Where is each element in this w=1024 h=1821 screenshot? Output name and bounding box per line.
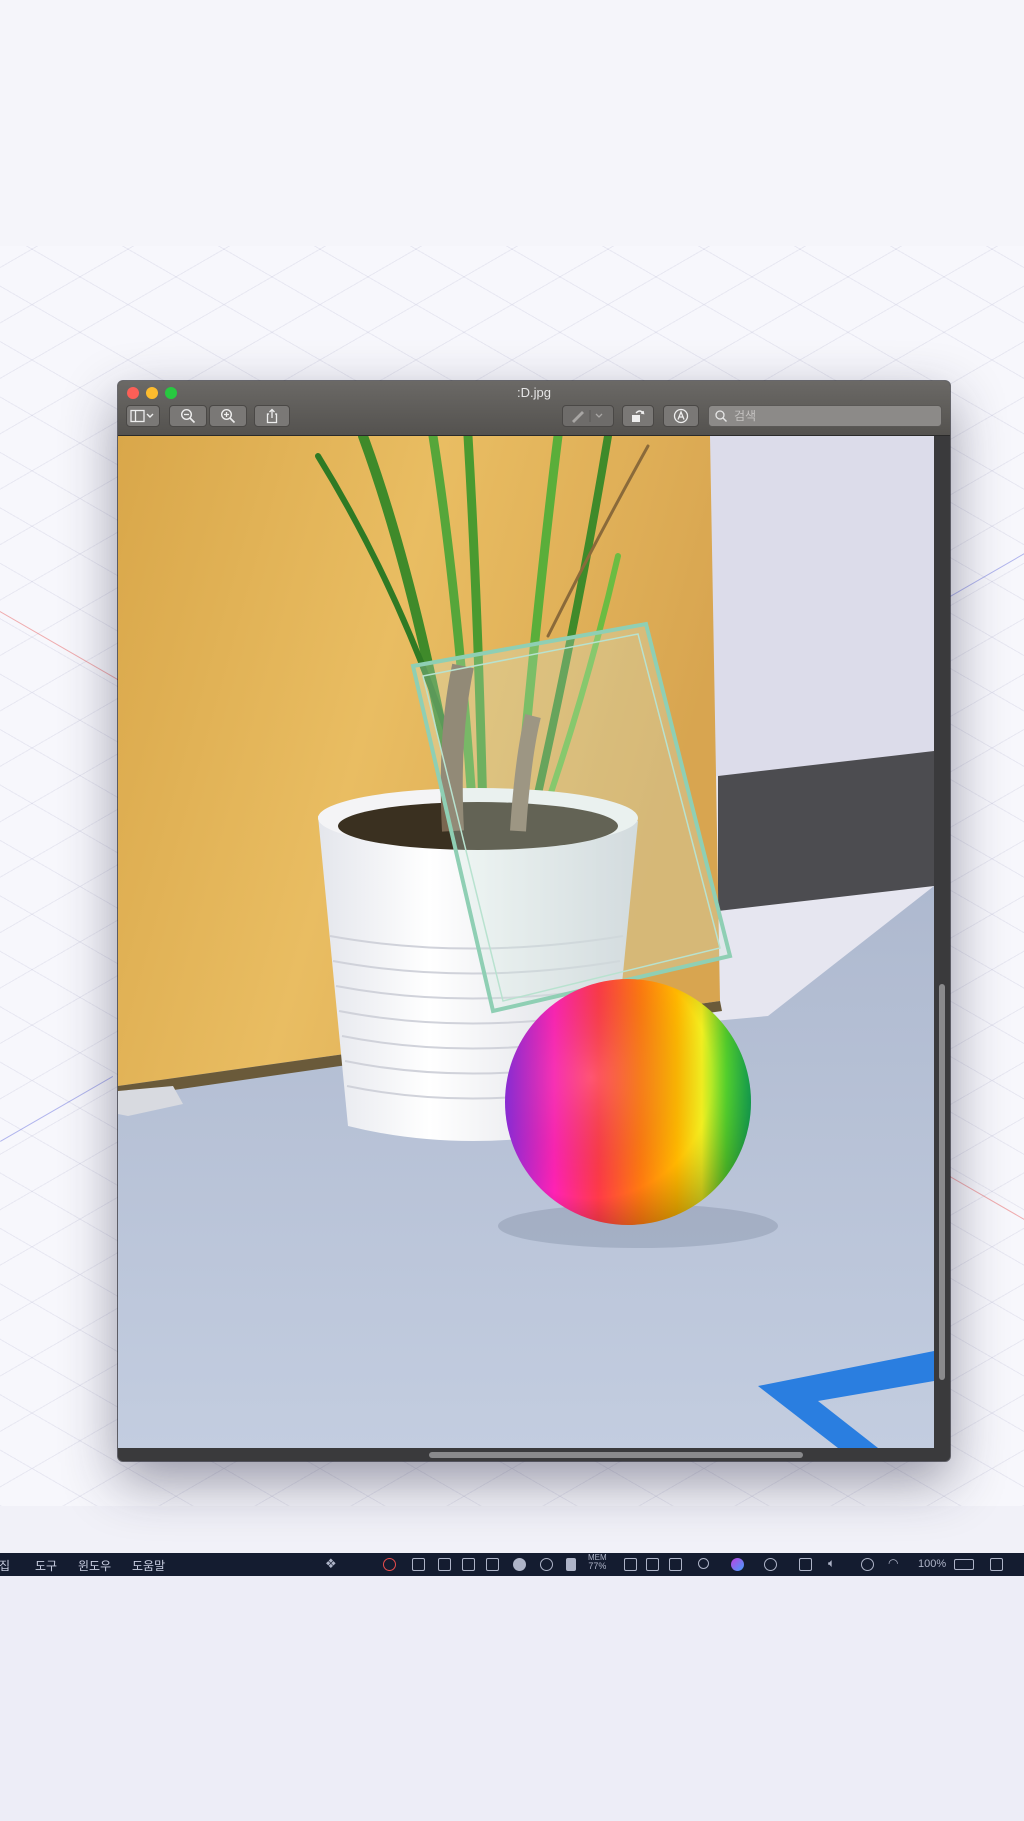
airplay-icon[interactable] bbox=[799, 1558, 812, 1571]
window-title: :D.jpg bbox=[517, 385, 551, 400]
app-a-icon[interactable] bbox=[438, 1558, 451, 1571]
sidebar-icon bbox=[130, 409, 154, 423]
time-machine-icon[interactable] bbox=[764, 1558, 777, 1571]
titlebar[interactable]: :D.jpg bbox=[118, 381, 950, 436]
markup-pen-button[interactable] bbox=[562, 405, 614, 427]
share-icon bbox=[266, 408, 278, 424]
annotate-button[interactable] bbox=[663, 405, 699, 427]
sidebar-button[interactable] bbox=[126, 405, 160, 427]
battery-percent[interactable]: 100% bbox=[918, 1558, 946, 1570]
bottom-background bbox=[0, 1506, 1024, 1553]
siri-icon[interactable] bbox=[731, 1558, 744, 1571]
creative-cloud-icon[interactable] bbox=[383, 1558, 396, 1571]
share-button[interactable] bbox=[254, 405, 290, 427]
red-axis-line bbox=[0, 611, 122, 682]
window-icon[interactable] bbox=[412, 1558, 425, 1571]
wifi-icon[interactable]: ◠ bbox=[888, 1556, 898, 1570]
spotlight-icon[interactable] bbox=[698, 1558, 709, 1569]
preview-window: :D.jpg bbox=[118, 381, 950, 1461]
gpu-icon[interactable] bbox=[646, 1558, 659, 1571]
clipboard-icon[interactable] bbox=[669, 1558, 682, 1571]
search-icon bbox=[715, 410, 727, 422]
markup-a-icon bbox=[673, 408, 689, 424]
zoom-out-button[interactable] bbox=[169, 405, 207, 427]
red-axis-line bbox=[949, 1176, 1024, 1227]
dropbox-icon[interactable]: ❖ bbox=[325, 1556, 338, 1571]
zoom-in-button[interactable] bbox=[209, 405, 247, 427]
circle-icon[interactable] bbox=[513, 1558, 526, 1571]
rotate-icon bbox=[632, 410, 645, 422]
mem-value: 77% bbox=[588, 1561, 607, 1571]
volume-icon[interactable]: 🔈︎ bbox=[828, 1556, 835, 1571]
search-field[interactable] bbox=[708, 405, 942, 427]
battery-icon[interactable] bbox=[954, 1559, 974, 1570]
horizontal-scroll-thumb[interactable] bbox=[429, 1452, 803, 1458]
monitor-icon[interactable] bbox=[624, 1558, 637, 1571]
top-background bbox=[0, 0, 1024, 246]
search-input[interactable] bbox=[730, 409, 934, 423]
app-x-icon[interactable] bbox=[540, 1558, 553, 1571]
baseboard bbox=[718, 751, 934, 911]
bluetooth-icon[interactable] bbox=[861, 1558, 874, 1571]
menu-tools[interactable]: 도구 bbox=[35, 1557, 57, 1574]
bookmark-icon[interactable] bbox=[566, 1558, 576, 1571]
vertical-scroll-thumb[interactable] bbox=[939, 984, 945, 1380]
input-source-icon[interactable] bbox=[990, 1558, 1003, 1571]
photo-image bbox=[118, 436, 934, 1448]
menu-window[interactable]: 윈도우 bbox=[78, 1557, 111, 1574]
menu-help[interactable]: 도움말 bbox=[132, 1557, 165, 1574]
horizontal-scrollbar[interactable] bbox=[118, 1448, 950, 1461]
pen-icon bbox=[572, 410, 603, 423]
app-box-icon[interactable] bbox=[486, 1558, 499, 1571]
image-viewport[interactable] bbox=[118, 436, 934, 1448]
blue-axis-line bbox=[0, 1076, 114, 1142]
app-ps-icon[interactable] bbox=[462, 1558, 475, 1571]
lower-background bbox=[0, 1576, 1024, 1821]
vertical-scrollbar[interactable] bbox=[934, 436, 950, 1448]
menu-edit[interactable]: 편집 bbox=[0, 1557, 10, 1574]
zoom-out-icon bbox=[180, 408, 196, 424]
zoom-in-icon bbox=[220, 408, 236, 424]
blue-axis-line bbox=[950, 546, 1024, 597]
rotate-button[interactable] bbox=[622, 405, 654, 427]
menu-bar: 편집 도구 윈도우 도움말 ❖ MEM 77% 🔈︎ ◠ 100% bbox=[0, 1553, 1024, 1576]
mem-monitor[interactable]: MEM 77% bbox=[588, 1554, 607, 1571]
